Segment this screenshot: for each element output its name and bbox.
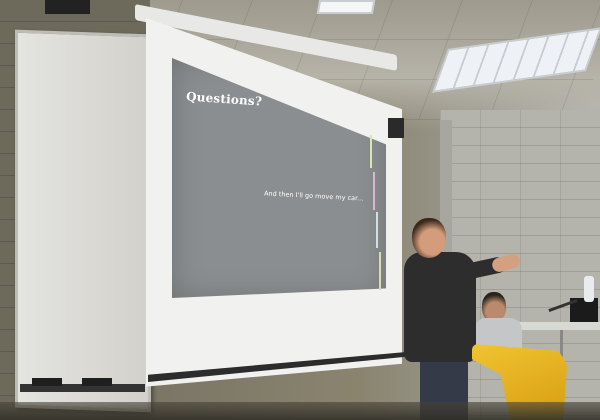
eraser (82, 378, 112, 386)
eraser (32, 378, 62, 386)
ceiling-light (316, 0, 376, 14)
slide-progress-bar-1 (370, 135, 372, 168)
presenter-head (412, 218, 446, 258)
desk (515, 322, 600, 330)
slide-progress-bar-3 (376, 212, 378, 248)
floor-shadow (0, 402, 600, 420)
classroom-photo: Questions? And then I'll go move my car.… (0, 0, 600, 420)
water-bottle (584, 276, 594, 302)
slide-progress-bar-2 (373, 172, 375, 210)
whiteboard (15, 29, 151, 413)
wall-device (388, 118, 404, 138)
slide-progress-bar-4 (379, 252, 381, 290)
wall-speaker (45, 0, 90, 14)
